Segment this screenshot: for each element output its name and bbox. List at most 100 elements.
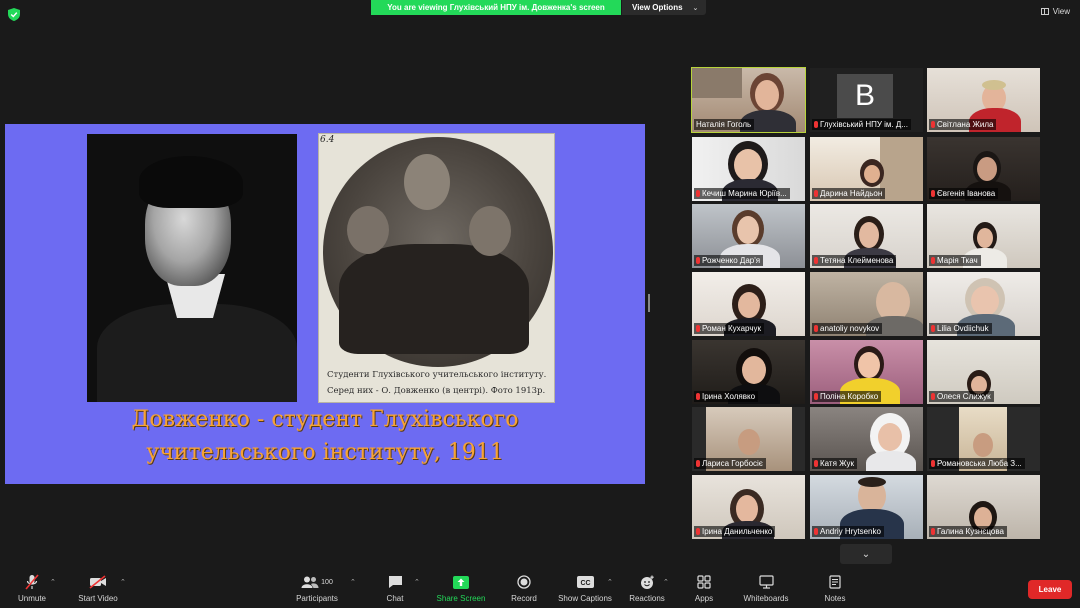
mic-muted-icon <box>931 460 935 467</box>
panel-resize-handle[interactable] <box>648 294 650 312</box>
photo-number: 6.4 <box>320 135 335 145</box>
reactions-button[interactable]: Reactions <box>626 574 668 603</box>
participant-name: Ірина Данильченко <box>694 526 776 537</box>
photo-caption-line1: Студенти Глухівського учительського інст… <box>327 370 547 380</box>
share-screen-icon <box>453 575 469 589</box>
participants-label: Participants <box>296 594 338 603</box>
reactions-label: Reactions <box>629 594 665 603</box>
mic-muted-icon <box>25 574 39 590</box>
portrait-photo <box>87 134 297 402</box>
participant-name: Галина Кузнєцова <box>929 526 1007 537</box>
share-screen-button[interactable]: Share Screen <box>432 574 490 603</box>
participant-count: 100 <box>321 578 333 586</box>
whiteboards-button[interactable]: Whiteboards <box>738 574 794 603</box>
video-tile[interactable]: Лариса Горбосіє <box>692 407 805 471</box>
record-label: Record <box>511 594 537 603</box>
notes-label: Notes <box>824 594 846 603</box>
leave-button[interactable]: Leave <box>1028 580 1072 599</box>
video-tile[interactable]: Дарина Найдьон <box>810 137 923 201</box>
video-tile[interactable]: Олеся Слижук <box>927 340 1040 404</box>
video-tile[interactable]: Тетяна Клейменова <box>810 204 923 268</box>
mic-muted-icon <box>931 528 935 535</box>
apps-button[interactable]: Apps <box>690 574 718 603</box>
avatar: B <box>837 74 893 118</box>
svg-text:CC: CC <box>580 580 590 587</box>
video-tile[interactable]: B Глухівський НПУ ім. Д... <box>810 68 923 132</box>
start-video-label: Start Video <box>78 594 118 603</box>
video-tile[interactable]: Катя Жук <box>810 407 923 471</box>
start-video-button[interactable]: Start Video <box>72 574 124 603</box>
mic-muted-icon <box>931 393 935 400</box>
participant-name: Lilia Ovdiichuk <box>929 323 992 334</box>
apps-label: Apps <box>694 594 714 603</box>
participant-name: anatoliy novykov <box>812 323 883 334</box>
participant-name: Ірина Холявко <box>694 391 759 402</box>
video-tile[interactable]: Поліна Коробко <box>810 340 923 404</box>
participants-button[interactable]: 100 Participants <box>290 574 344 603</box>
video-tile[interactable]: Andriy Hrytsenko <box>810 475 923 539</box>
whiteboards-label: Whiteboards <box>743 594 789 603</box>
captions-icon: CC <box>576 576 594 588</box>
view-options-button[interactable]: View Options ⌄ <box>622 0 706 15</box>
participants-icon <box>301 576 319 588</box>
captions-options-caret[interactable]: ⌃ <box>607 578 613 586</box>
mic-muted-icon <box>696 528 700 535</box>
gallery-next-page-button[interactable]: ⌄ <box>840 544 892 564</box>
video-tile[interactable]: Ірина Холявко <box>692 340 805 404</box>
mic-muted-icon <box>814 325 818 332</box>
participant-name: Andriy Hrytsenko <box>812 526 884 537</box>
unmute-button[interactable]: Unmute <box>12 574 52 603</box>
mic-muted-icon <box>696 257 700 264</box>
view-options-label: View Options <box>632 3 683 12</box>
video-options-caret[interactable]: ⌃ <box>120 578 126 586</box>
security-shield-icon[interactable] <box>8 8 20 21</box>
record-button[interactable]: Record <box>506 574 542 603</box>
participant-name: Євгенія Іванова <box>929 188 999 199</box>
video-tile[interactable]: anatoliy novykov <box>810 272 923 336</box>
video-tile[interactable]: Lilia Ovdiichuk <box>927 272 1040 336</box>
mic-muted-icon <box>814 121 818 128</box>
share-screen-label: Share Screen <box>436 594 486 603</box>
mic-muted-icon <box>931 325 935 332</box>
participant-name: Поліна Коробко <box>812 391 882 402</box>
video-tile[interactable]: Галина Кузнєцова <box>927 475 1040 539</box>
unmute-label: Unmute <box>17 594 46 603</box>
video-tile[interactable]: Євгенія Іванова <box>927 137 1040 201</box>
video-tile[interactable]: Рожченко Дар'я <box>692 204 805 268</box>
group-photo: 6.4 Студенти Глухівського учительського … <box>318 133 555 403</box>
screen-share-banner: You are viewing Глухівський НПУ ім. Довж… <box>371 0 621 15</box>
video-tile[interactable]: Роман Кухарчук <box>692 272 805 336</box>
mic-muted-icon <box>931 190 935 197</box>
participant-name: Марія Ткач <box>929 255 981 266</box>
notes-icon <box>829 575 841 589</box>
banner-text: You are viewing Глухівський НПУ ім. Довж… <box>387 3 605 12</box>
video-tile[interactable]: Наталія Гоголь <box>691 67 806 133</box>
audio-options-caret[interactable]: ⌃ <box>50 578 56 586</box>
chat-options-caret[interactable]: ⌃ <box>414 578 420 586</box>
notes-button[interactable]: Notes <box>820 574 850 603</box>
chat-icon <box>388 576 402 588</box>
video-tile[interactable]: Романовська Люба З... <box>927 407 1040 471</box>
participant-name: Рожченко Дар'я <box>694 255 764 266</box>
participant-name: Романовська Люба З... <box>929 458 1025 469</box>
participant-name: Глухівський НПУ ім. Д... <box>812 119 911 130</box>
reactions-options-caret[interactable]: ⌃ <box>663 578 669 586</box>
video-tile[interactable]: Марія Ткач <box>927 204 1040 268</box>
participants-options-caret[interactable]: ⌃ <box>350 578 356 586</box>
view-button-label: View <box>1052 7 1070 16</box>
view-button[interactable]: View <box>1040 7 1070 16</box>
participant-name: Олеся Слижук <box>929 391 994 402</box>
mic-muted-icon <box>814 257 818 264</box>
participant-name: Тетяна Клейменова <box>812 255 897 266</box>
mic-muted-icon <box>931 121 935 128</box>
video-tile[interactable]: Ірина Данильченко <box>692 475 805 539</box>
participant-name: Дарина Найдьон <box>812 188 886 199</box>
video-off-icon <box>89 575 106 589</box>
chat-button[interactable]: Chat <box>380 574 410 603</box>
chat-label: Chat <box>386 594 404 603</box>
video-tile[interactable]: Кечиш Марина Юріїв... <box>692 137 805 201</box>
video-tile[interactable]: Світлана Жила <box>927 68 1040 132</box>
participant-name: Наталія Гоголь <box>694 119 755 130</box>
mic-muted-icon <box>696 190 700 197</box>
show-captions-button[interactable]: CC Show Captions <box>555 574 615 603</box>
